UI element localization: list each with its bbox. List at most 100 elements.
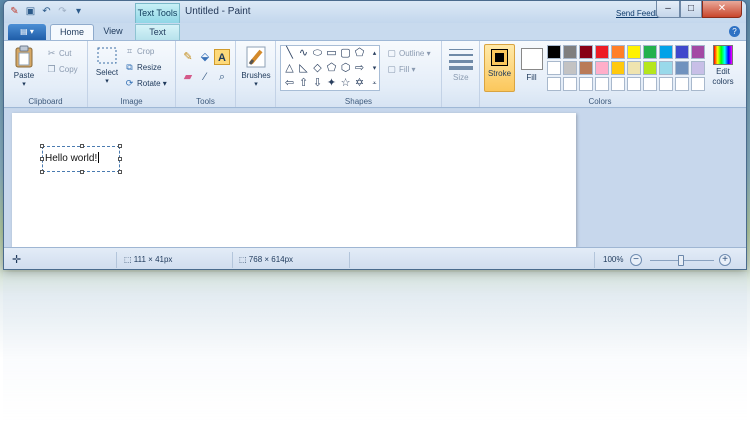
maximize-button[interactable]: □ — [680, 1, 702, 18]
resize-handle-br[interactable] — [118, 170, 122, 174]
paste-button[interactable]: Paste ▾ — [10, 45, 38, 88]
redo-icon[interactable]: ↷ — [56, 5, 69, 18]
color-swatch[interactable] — [643, 61, 657, 75]
edit-colors-button[interactable]: Edit colors — [706, 45, 740, 87]
color-swatch[interactable] — [595, 77, 609, 91]
color-swatch[interactable] — [659, 45, 673, 59]
four-point-star-icon[interactable]: ✦ — [325, 77, 338, 90]
crop-button[interactable]: ⌗ Crop — [124, 46, 154, 57]
rectangle-icon[interactable]: ▭ — [325, 47, 338, 60]
color-swatch[interactable] — [579, 77, 593, 91]
resize-handle-t[interactable] — [80, 144, 84, 148]
outline-button[interactable]: ▢ Outline ▾ — [386, 48, 430, 59]
up-arrow-icon[interactable]: ⇧ — [297, 77, 310, 90]
resize-button[interactable]: ⧉ Resize — [124, 62, 161, 73]
dropdown-icon[interactable]: ▾ — [72, 5, 85, 18]
tab-view[interactable]: View — [94, 24, 132, 40]
color-swatch[interactable] — [547, 77, 561, 91]
color-swatch[interactable] — [643, 77, 657, 91]
color-swatch[interactable] — [563, 61, 577, 75]
color-swatch[interactable] — [627, 77, 641, 91]
paint-menu-button[interactable]: ▤ ▾ — [8, 24, 46, 40]
size-group[interactable]: Size — [442, 41, 480, 107]
color-swatch[interactable] — [691, 45, 705, 59]
help-icon[interactable]: ? — [729, 26, 740, 37]
color-swatch[interactable] — [627, 45, 641, 59]
paint-window: ✎ ▣ ↶ ↷ ▾ Text Tools Untitled - Paint Se… — [3, 0, 747, 270]
magnifier-icon[interactable]: ⌕ — [214, 69, 230, 85]
resize-handle-tr[interactable] — [118, 144, 122, 148]
color-swatch[interactable] — [675, 45, 689, 59]
color-swatch[interactable] — [563, 77, 577, 91]
curve-icon[interactable]: ∿ — [297, 47, 310, 60]
color-swatch[interactable] — [691, 61, 705, 75]
color-swatch[interactable] — [627, 61, 641, 75]
polygon-icon[interactable]: ⬠ — [353, 47, 366, 60]
color-swatch[interactable] — [595, 61, 609, 75]
eraser-icon[interactable]: ▰ — [180, 69, 196, 85]
down-arrow-icon[interactable]: ⇩ — [311, 77, 324, 90]
zoom-slider-thumb[interactable] — [678, 255, 684, 266]
select-button[interactable]: Select ▾ — [92, 46, 122, 85]
text-box[interactable]: Hello world! — [40, 144, 122, 174]
cut-button[interactable]: ✂ Cut — [46, 48, 72, 59]
color-swatch[interactable] — [675, 77, 689, 91]
six-point-star-icon[interactable]: ✡ — [353, 77, 366, 90]
stroke-color-button[interactable]: Stroke — [484, 44, 515, 92]
color-swatch[interactable] — [643, 45, 657, 59]
zoom-out-button[interactable]: − — [630, 254, 642, 266]
gallery-more-icon[interactable]: ⩡ — [368, 77, 381, 90]
resize-handle-r[interactable] — [118, 157, 122, 161]
drawing-canvas[interactable]: Hello world! — [12, 113, 576, 247]
diamond-icon[interactable]: ◇ — [311, 62, 324, 75]
text-tool-icon[interactable]: A — [214, 49, 230, 65]
rounded-rectangle-icon[interactable]: ▢ — [339, 47, 352, 60]
five-point-star-icon[interactable]: ☆ — [339, 77, 352, 90]
resize-handle-bl[interactable] — [40, 170, 44, 174]
color-swatch[interactable] — [563, 45, 577, 59]
hexagon-icon[interactable]: ⬡ — [339, 62, 352, 75]
color-swatch[interactable] — [579, 45, 593, 59]
tab-text[interactable]: Text — [135, 24, 180, 40]
undo-icon[interactable]: ↶ — [40, 5, 53, 18]
close-button[interactable]: ✕ — [702, 1, 742, 18]
copy-button[interactable]: ❐ Copy — [46, 64, 77, 75]
tab-home[interactable]: Home — [50, 24, 94, 40]
line-icon[interactable]: ╲ — [283, 47, 296, 60]
right-triangle-icon[interactable]: ◺ — [297, 62, 310, 75]
color-swatch[interactable] — [611, 77, 625, 91]
gallery-down-icon[interactable]: ▾ — [368, 62, 381, 75]
brushes-button[interactable]: Brushes ▾ — [239, 45, 273, 88]
color-swatch[interactable] — [659, 61, 673, 75]
fill-shape-button[interactable]: ▢ Fill ▾ — [386, 64, 415, 75]
rotate-button[interactable]: ⟳ Rotate ▾ — [124, 78, 167, 89]
color-swatch[interactable] — [675, 61, 689, 75]
color-swatch[interactable] — [691, 77, 705, 91]
resize-handle-b[interactable] — [80, 170, 84, 174]
zoom-in-button[interactable]: + — [719, 254, 731, 266]
fill-color-button[interactable]: Fill — [519, 44, 544, 92]
color-swatch[interactable] — [547, 61, 561, 75]
minimize-button[interactable]: – — [656, 1, 680, 18]
resize-handle-l[interactable] — [40, 157, 44, 161]
status-separator — [349, 252, 350, 268]
colors-group: Stroke Fill Edit colors Colors — [480, 41, 746, 107]
color-swatch[interactable] — [611, 61, 625, 75]
pencil-icon[interactable]: ✎ — [180, 49, 196, 65]
fill-bucket-icon[interactable]: ⬙ — [197, 49, 213, 65]
color-swatch[interactable] — [579, 61, 593, 75]
oval-icon[interactable]: ⬭ — [311, 47, 324, 60]
gallery-up-icon[interactable]: ▴ — [368, 47, 381, 60]
save-icon[interactable]: ▣ — [24, 5, 37, 18]
color-swatch[interactable] — [595, 45, 609, 59]
paint-icon[interactable]: ✎ — [8, 5, 21, 18]
color-swatch[interactable] — [611, 45, 625, 59]
color-swatch[interactable] — [547, 45, 561, 59]
right-arrow-icon[interactable]: ⇨ — [353, 62, 366, 75]
color-picker-icon[interactable]: ⁄ — [197, 69, 213, 85]
resize-handle-tl[interactable] — [40, 144, 44, 148]
triangle-icon[interactable]: △ — [283, 62, 296, 75]
left-arrow-icon[interactable]: ⇦ — [283, 77, 296, 90]
color-swatch[interactable] — [659, 77, 673, 91]
pentagon-icon[interactable]: ⬠ — [325, 62, 338, 75]
